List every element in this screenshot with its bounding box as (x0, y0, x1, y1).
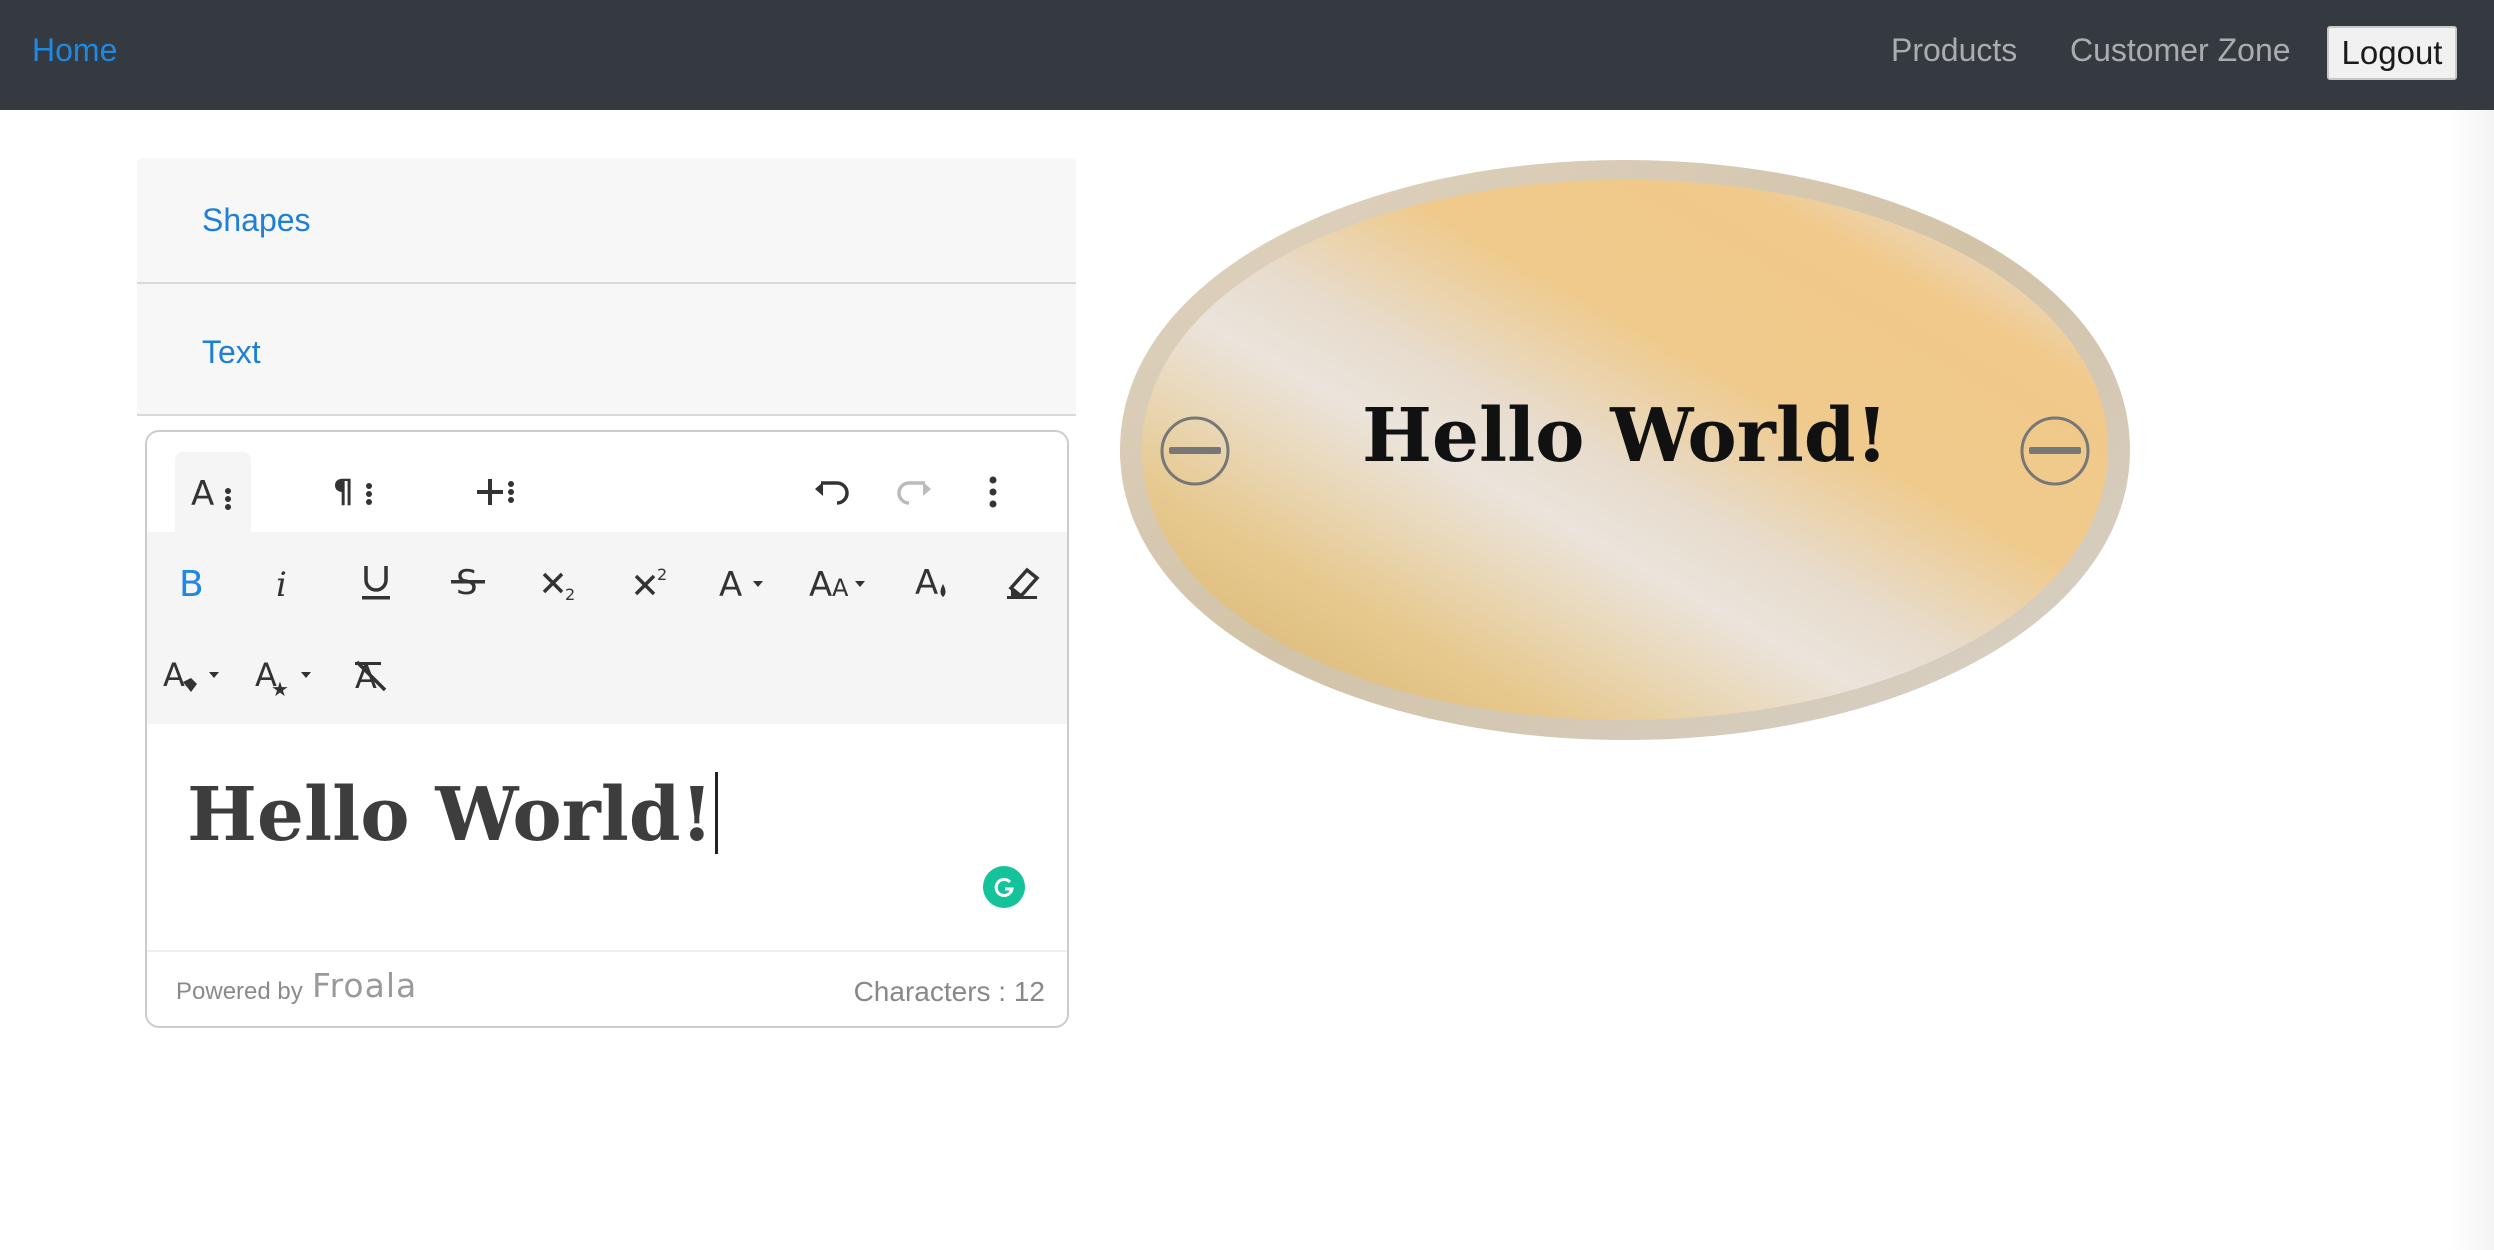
text-color-icon[interactable]: A (891, 542, 979, 622)
bold-icon[interactable]: B (147, 542, 237, 622)
nav-customer-zone-link[interactable]: Customer Zone (2070, 32, 2291, 69)
font-size-icon[interactable]: A A (791, 542, 891, 622)
text-caret (715, 772, 719, 854)
svg-text:2: 2 (565, 585, 575, 602)
superscript-icon[interactable]: 2 (607, 542, 697, 622)
nav-home-link[interactable]: Home (32, 32, 117, 69)
editor-content-value: Hello World! (187, 772, 714, 858)
paragraph-more-icon[interactable]: ¶ (317, 452, 393, 532)
font-family-icon[interactable]: A (699, 542, 789, 622)
tag-shape-text: Hello World! (1361, 393, 1889, 479)
toolbar-row-formatting: B i S 2 2 A A A A A A ★ A (147, 532, 1067, 724)
insert-more-icon[interactable] (459, 452, 535, 532)
strikethrough-icon[interactable]: S (423, 542, 513, 622)
character-counter: Characters : 12 (853, 976, 1045, 1007)
powered-by-label: Powered by (176, 978, 303, 1005)
svg-text:A: A (191, 474, 214, 512)
subscript-icon[interactable]: 2 (515, 542, 605, 622)
inline-style-icon[interactable]: A ★ (247, 636, 327, 716)
svg-text:B: B (179, 564, 204, 600)
rich-text-editor: A ¶ B i S 2 2 A A A A A A ★ A Hello Worl… (145, 430, 1069, 1028)
svg-text:i: i (276, 565, 287, 600)
svg-text:A: A (163, 656, 185, 694)
svg-text:★: ★ (271, 677, 289, 696)
top-navbar: Home Products Customer Zone Logout (0, 0, 2494, 110)
accordion-shapes-label[interactable]: Shapes (202, 202, 311, 239)
toolbar-row-main: A ¶ (147, 432, 1067, 532)
scrollbar-track (2448, 110, 2494, 1250)
grammarly-icon[interactable] (983, 866, 1025, 908)
editor-footer: Powered by Froala Characters : 12 (147, 950, 1067, 1026)
more-options-icon[interactable] (963, 452, 1023, 532)
inline-class-icon[interactable]: A (155, 636, 235, 716)
accordion-text-label[interactable]: Text (202, 334, 261, 371)
page: Home Products Customer Zone Logout Shape… (0, 0, 2494, 1250)
svg-text:A: A (719, 565, 742, 600)
undo-icon[interactable] (793, 452, 869, 532)
text-format-more-icon[interactable]: A (175, 452, 251, 532)
svg-text:2: 2 (657, 565, 667, 584)
froala-logo[interactable]: Froala (312, 966, 417, 1005)
tag-shape-preview: Hello World! (1118, 158, 2132, 742)
logout-button[interactable]: Logout (2327, 26, 2457, 80)
svg-text:A: A (832, 574, 849, 600)
redo-icon[interactable] (877, 452, 953, 532)
accordion-text-header[interactable]: Text (137, 284, 1076, 416)
nav-products-link[interactable]: Products (1891, 32, 2017, 69)
editor-content-text[interactable]: Hello World! (187, 772, 719, 858)
accordion-shapes-header[interactable]: Shapes (137, 158, 1076, 284)
italic-icon[interactable]: i (239, 542, 329, 622)
editor-content-area[interactable]: Hello World! (147, 724, 1067, 944)
svg-text:A: A (809, 565, 832, 600)
svg-text:¶: ¶ (333, 472, 353, 510)
svg-text:A: A (915, 563, 938, 602)
underline-icon[interactable] (331, 542, 421, 622)
clear-formatting-icon[interactable]: A (331, 636, 411, 716)
highlight-icon[interactable] (979, 542, 1067, 622)
